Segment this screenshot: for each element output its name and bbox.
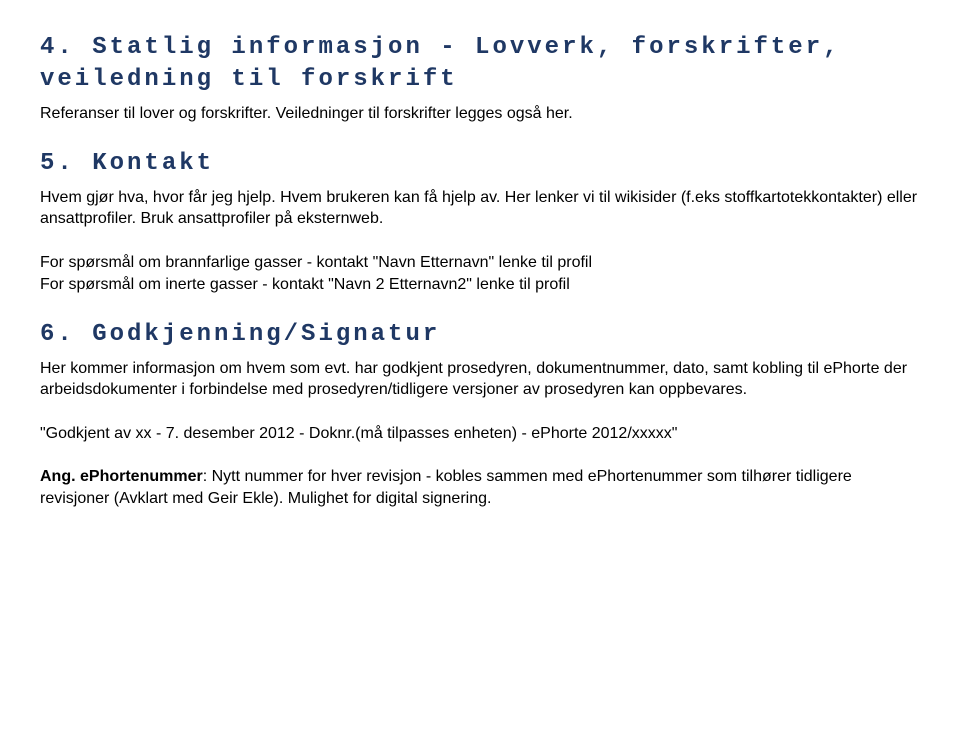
section-4-heading: 4. Statlig informasjon - Lovverk, forskr…	[40, 32, 920, 97]
section-5-body2: For spørsmål om brannfarlige gasser - ko…	[40, 252, 920, 295]
ang-label: Ang. ePhortenummer	[40, 468, 203, 485]
section-6-body1: Her kommer informasjon om hvem som evt. …	[40, 358, 920, 401]
section-5: 5. Kontakt Hvem gjør hva, hvor får jeg h…	[40, 148, 920, 295]
section-6: 6. Godkjenning/Signatur Her kommer infor…	[40, 319, 920, 509]
section-5-body1: Hvem gjør hva, hvor får jeg hjelp. Hvem …	[40, 187, 920, 230]
section-4-body: Referanser til lover og forskrifter. Vei…	[40, 103, 920, 125]
section-6-ang: Ang. ePhortenummer: Nytt nummer for hver…	[40, 466, 920, 509]
section-6-body2: "Godkjent av xx - 7. desember 2012 - Dok…	[40, 423, 920, 445]
section-6-heading: 6. Godkjenning/Signatur	[40, 319, 920, 351]
section-5-heading: 5. Kontakt	[40, 148, 920, 180]
section-4: 4. Statlig informasjon - Lovverk, forskr…	[40, 32, 920, 124]
